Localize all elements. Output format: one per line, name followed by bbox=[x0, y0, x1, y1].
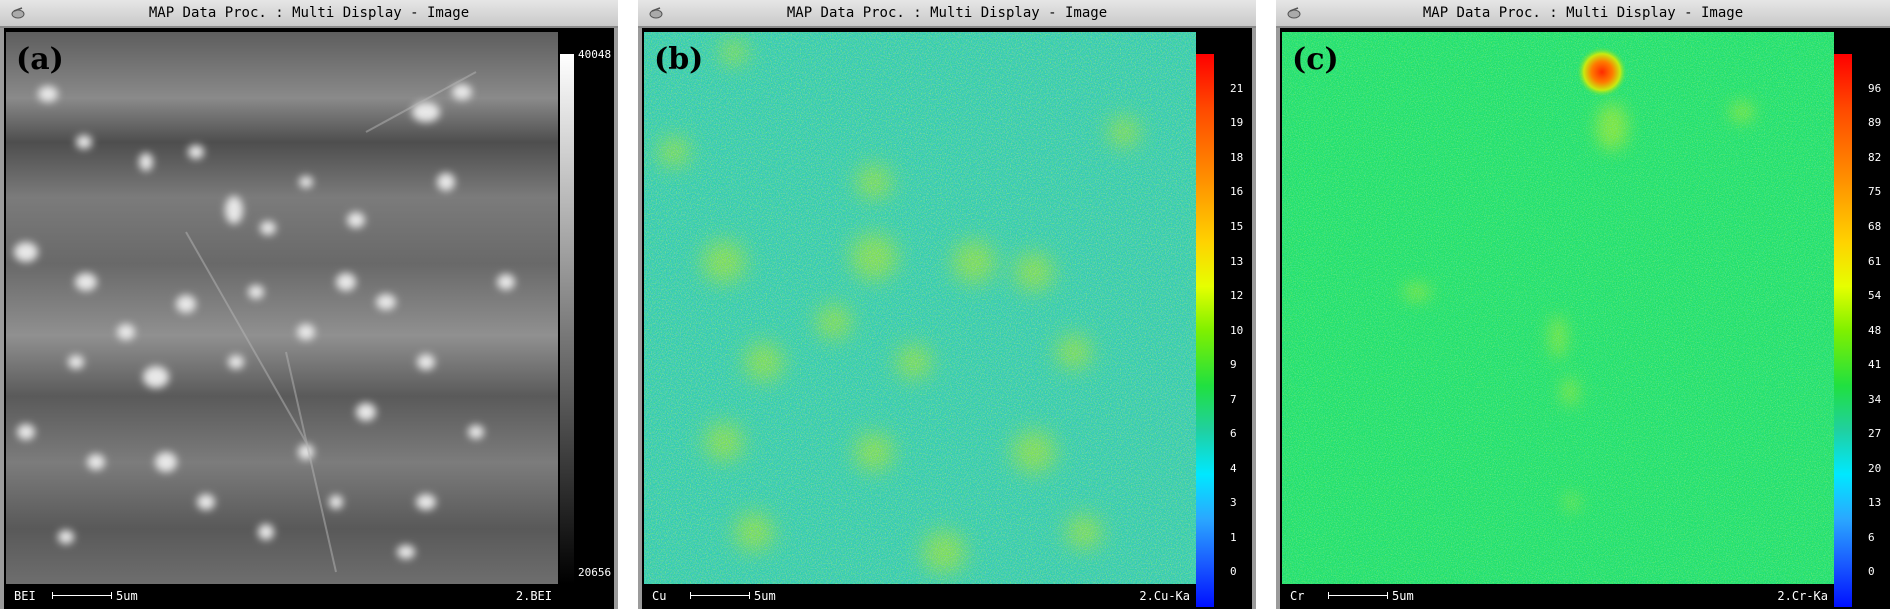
title-bar[interactable]: MAP Data Proc. : Multi Display - Image bbox=[0, 0, 618, 28]
colorbar-min-label: 20656 bbox=[578, 566, 612, 579]
colorbar-tick: 4 bbox=[1230, 462, 1237, 475]
channel-label: 2.Cu-Ka bbox=[1139, 589, 1190, 603]
colorbar-tick: 6 bbox=[1868, 531, 1875, 544]
scale-bar bbox=[1328, 592, 1388, 599]
bei-image bbox=[6, 32, 558, 584]
colorbar-max-label: 40048 bbox=[578, 48, 612, 61]
colorbar-tick: 68 bbox=[1868, 220, 1882, 233]
colorbar-tick: 34 bbox=[1868, 393, 1882, 406]
colorbar-tick: 41 bbox=[1868, 358, 1882, 371]
colorbar-tick: 0 bbox=[1868, 565, 1875, 578]
element-label: BEI bbox=[14, 589, 36, 603]
window-menu-icon[interactable] bbox=[648, 6, 664, 20]
colorbar-tick: 13 bbox=[1230, 255, 1244, 268]
colorbar-tick: 1 bbox=[1230, 531, 1237, 544]
colorbar-tick: 10 bbox=[1230, 324, 1244, 337]
colorbar-tick: 3 bbox=[1230, 496, 1237, 509]
panel-label: (b) bbox=[654, 42, 704, 77]
colorbar-rainbow bbox=[1196, 54, 1214, 607]
colorbar-tick: 27 bbox=[1868, 427, 1882, 440]
colorbar-tick: 19 bbox=[1230, 116, 1244, 129]
element-label: Cu bbox=[652, 589, 667, 603]
scale-bar bbox=[52, 592, 112, 599]
window-menu-icon[interactable] bbox=[1286, 6, 1302, 20]
window-frame bbox=[1276, 28, 1280, 609]
colorbar-tick: 6 bbox=[1230, 427, 1237, 440]
status-bar: Cr 5um 2.Cr-Ka bbox=[1282, 586, 1834, 606]
colorbar-tick: 7 bbox=[1230, 393, 1237, 406]
element-label: Cr bbox=[1290, 589, 1305, 603]
window-panel-a: MAP Data Proc. : Multi Display - Image (… bbox=[0, 0, 618, 609]
colorbar-tick: 96 bbox=[1868, 82, 1882, 95]
colorbar-tick: 48 bbox=[1868, 324, 1882, 337]
colorbar-tick: 18 bbox=[1230, 151, 1244, 164]
colorbar-tick: 0 bbox=[1230, 565, 1237, 578]
colorbar-tick: 15 bbox=[1230, 220, 1244, 233]
window-title: MAP Data Proc. : Multi Display - Image bbox=[786, 5, 1108, 21]
colorbar-tick: 54 bbox=[1868, 289, 1882, 302]
title-bar[interactable]: MAP Data Proc. : Multi Display - Image bbox=[1276, 0, 1890, 28]
colorbar-rainbow bbox=[1834, 54, 1852, 607]
colorbar-tick: 89 bbox=[1868, 116, 1882, 129]
window-menu-icon[interactable] bbox=[10, 6, 26, 20]
cr-map-image bbox=[1282, 32, 1834, 584]
colorbar-tick: 16 bbox=[1230, 185, 1244, 198]
scale-label: 5um bbox=[116, 589, 138, 603]
colorbar-tick: 21 bbox=[1230, 82, 1244, 95]
colorbar-tick: 61 bbox=[1868, 255, 1882, 268]
colorbar-tick: 13 bbox=[1868, 496, 1882, 509]
channel-label: 2.BEI bbox=[515, 589, 552, 603]
panel-label: (c) bbox=[1292, 42, 1339, 77]
channel-label: 2.Cr-Ka bbox=[1777, 589, 1828, 603]
colorbar-tick: 12 bbox=[1230, 289, 1244, 302]
window-title: MAP Data Proc. : Multi Display - Image bbox=[1422, 5, 1744, 21]
colorbar-gray bbox=[560, 54, 574, 584]
status-bar: Cu 5um 2.Cu-Ka bbox=[644, 586, 1196, 606]
window-frame bbox=[0, 28, 4, 609]
colorbar-tick: 82 bbox=[1868, 151, 1882, 164]
title-bar[interactable]: MAP Data Proc. : Multi Display - Image bbox=[638, 0, 1256, 28]
window-frame bbox=[638, 28, 642, 609]
status-bar: BEI 5um 2.BEI bbox=[6, 586, 558, 606]
colorbar-tick: 75 bbox=[1868, 185, 1882, 198]
window-title: MAP Data Proc. : Multi Display - Image bbox=[148, 5, 470, 21]
scale-label: 5um bbox=[754, 589, 776, 603]
scale-label: 5um bbox=[1392, 589, 1414, 603]
window-panel-b: MAP Data Proc. : Multi Display - Image (… bbox=[638, 0, 1256, 609]
scale-bar bbox=[690, 592, 750, 599]
colorbar-tick: 9 bbox=[1230, 358, 1237, 371]
window-panel-c: MAP Data Proc. : Multi Display - Image (… bbox=[1276, 0, 1890, 609]
colorbar-tick: 20 bbox=[1868, 462, 1882, 475]
cu-map-image bbox=[644, 32, 1196, 584]
panel-label: (a) bbox=[16, 42, 64, 77]
